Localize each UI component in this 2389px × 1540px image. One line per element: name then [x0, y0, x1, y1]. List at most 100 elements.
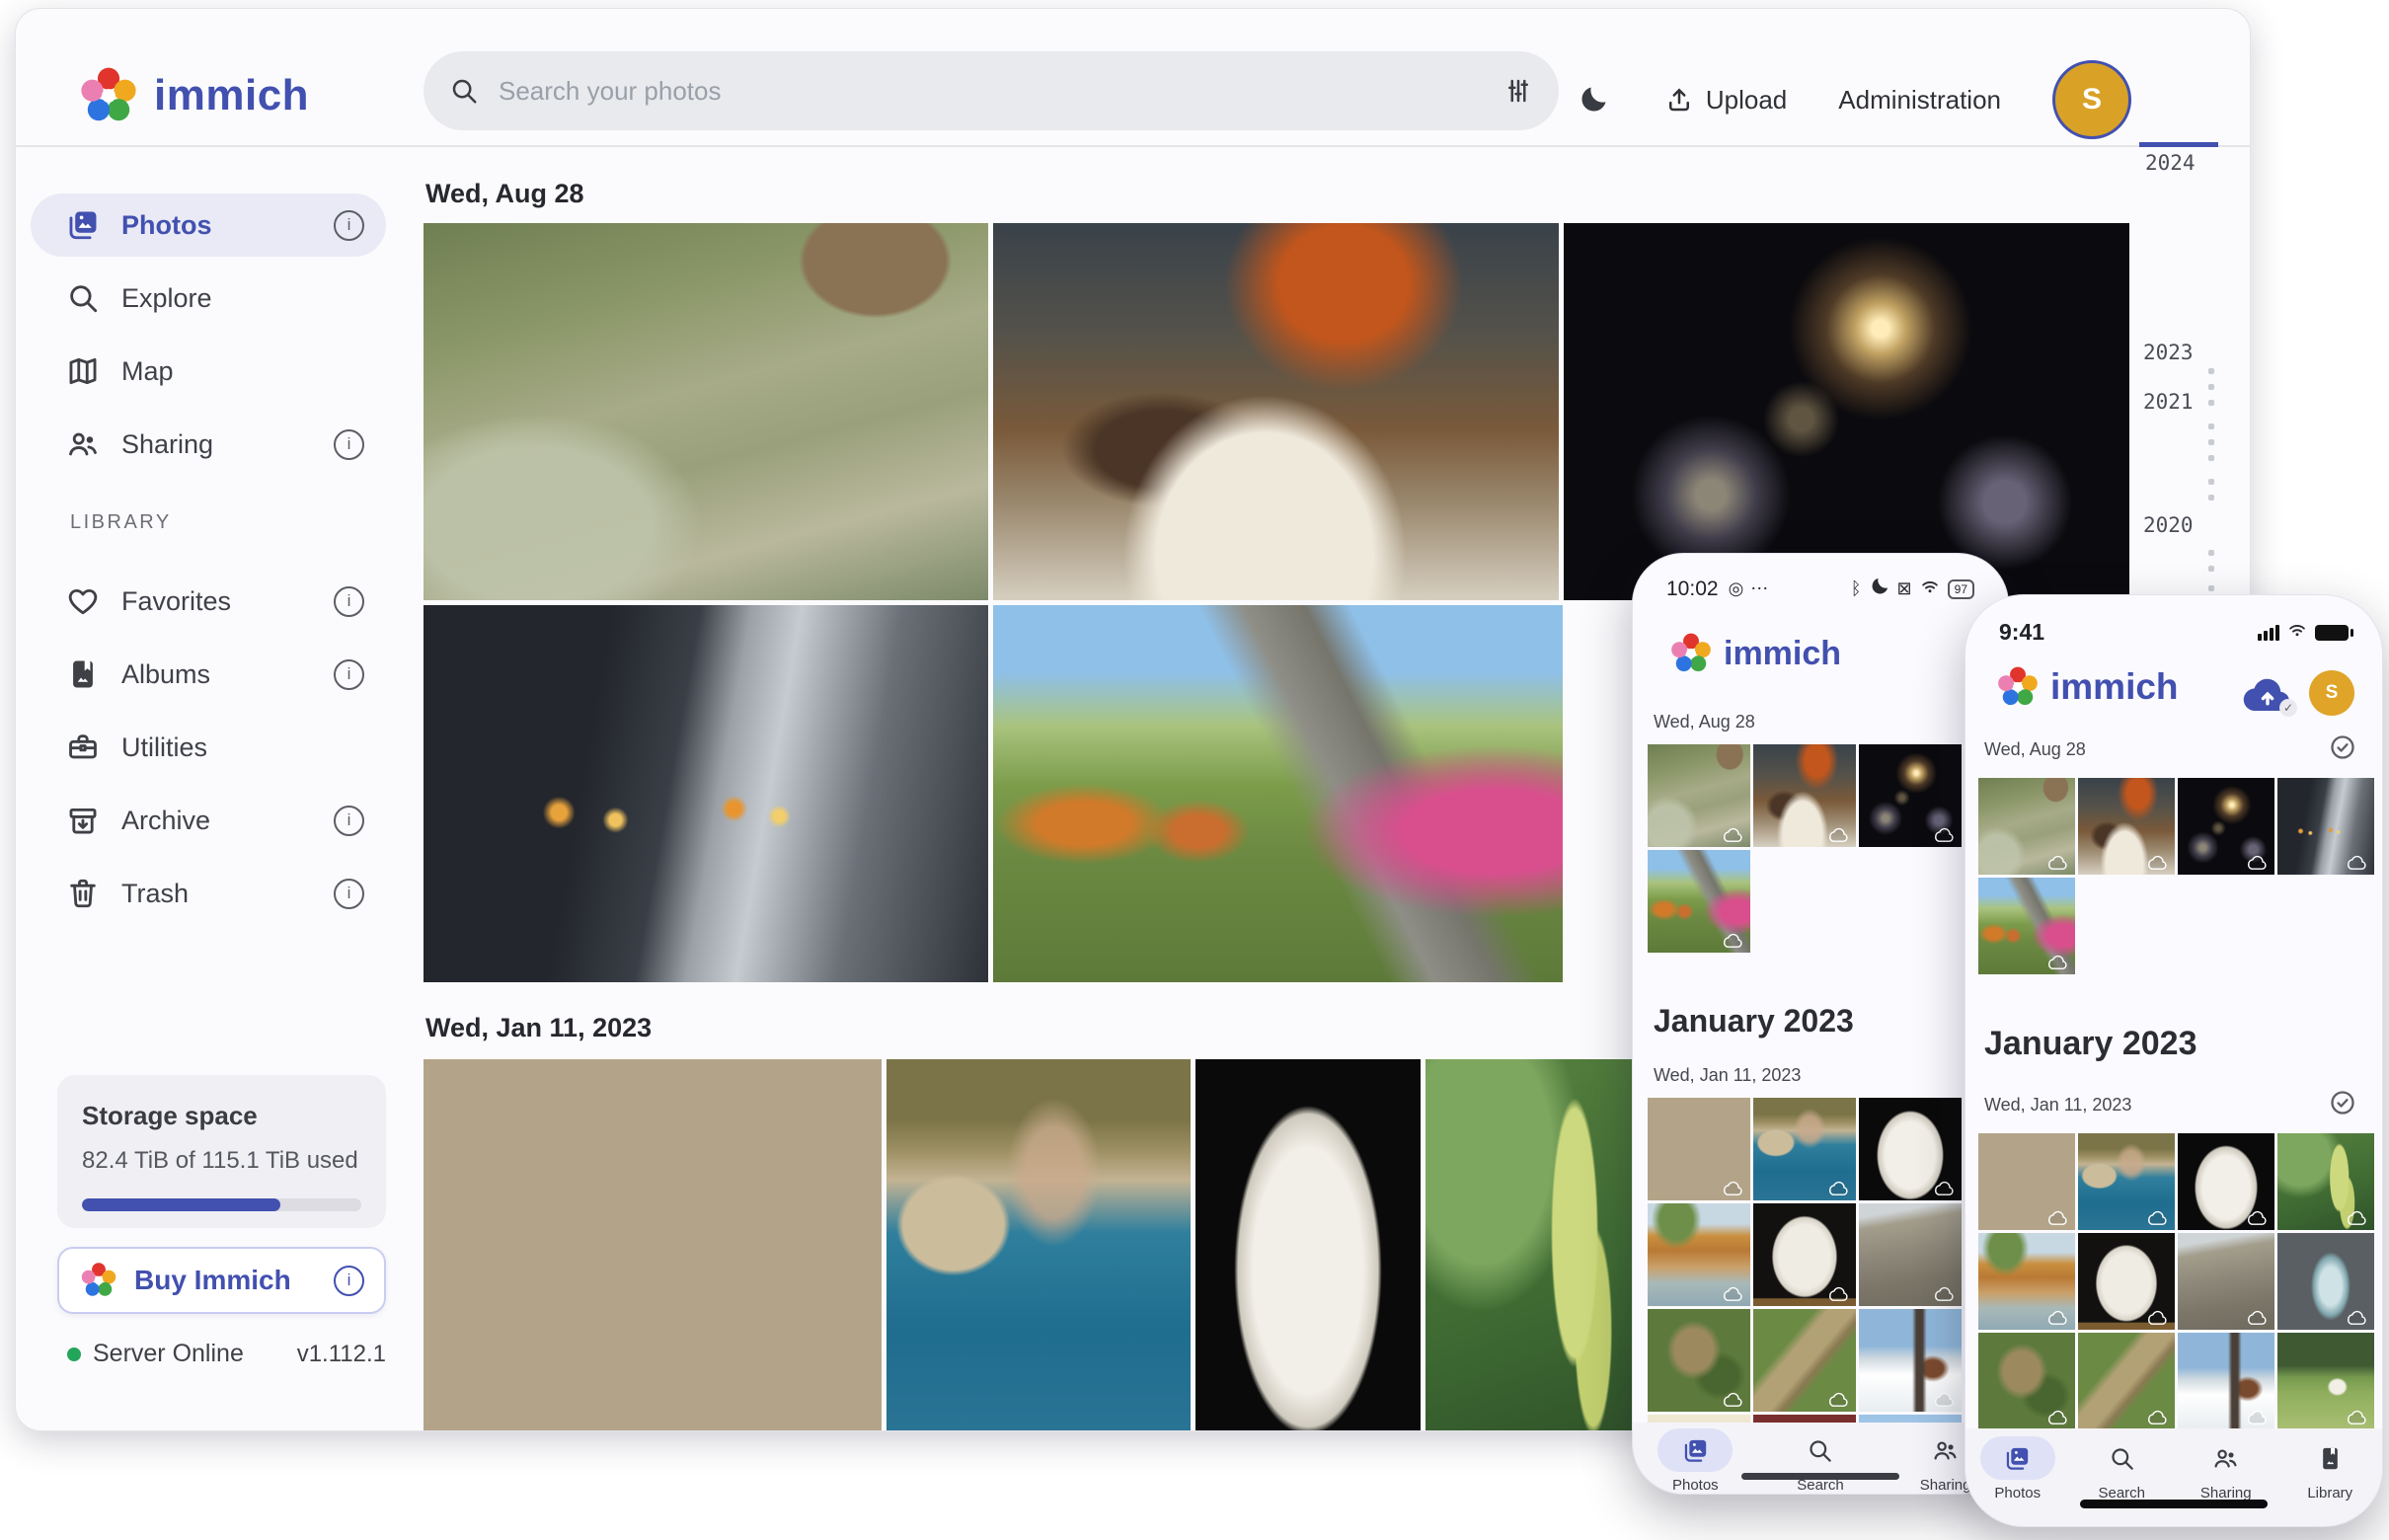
- search-bar[interactable]: [424, 51, 1559, 130]
- sidebar-item-utilities[interactable]: Utilities: [31, 716, 386, 779]
- tab-search[interactable]: Search: [2084, 1436, 2159, 1502]
- photo-autumn-path[interactable]: [1648, 850, 1750, 953]
- sidebar-item-archive[interactable]: Archivei: [31, 789, 386, 852]
- info-icon[interactable]: i: [334, 210, 364, 241]
- storage-usage-text: 82.4 TiB of 115.1 TiB used: [82, 1147, 361, 1175]
- tab-library[interactable]: Library: [2292, 1436, 2367, 1502]
- photo-sculpture-head[interactable]: [1195, 1059, 1421, 1431]
- administration-link[interactable]: Administration: [1838, 85, 2001, 116]
- photo-fireworks[interactable]: [1859, 744, 1962, 847]
- storage-space-card: Storage space 82.4 TiB of 115.1 TiB used: [57, 1075, 386, 1228]
- photo-marble-bust[interactable]: [2078, 1233, 2175, 1330]
- cloud-sync-icon: [2147, 1310, 2169, 1325]
- info-icon[interactable]: i: [334, 586, 364, 617]
- user-avatar[interactable]: S: [2052, 60, 2131, 139]
- albums-icon: [66, 657, 100, 691]
- photo-coastal-town[interactable]: [1753, 1098, 1856, 1200]
- timeline-year-2023[interactable]: 2023: [2143, 341, 2194, 364]
- cloud-sync-icon: [2047, 1310, 2069, 1325]
- search-icon: [2084, 1436, 2159, 1480]
- photo-lizard-grass[interactable]: [2078, 1333, 2175, 1429]
- info-icon[interactable]: i: [334, 879, 364, 909]
- timeline-tick-dot: [2208, 495, 2214, 500]
- info-icon[interactable]: i: [334, 1266, 364, 1296]
- home-indicator[interactable]: [1741, 1473, 1899, 1480]
- thumb-row: [1648, 1309, 2008, 1412]
- photo-monkeys-zoo[interactable]: [424, 223, 988, 600]
- timeline-position-marker[interactable]: [2139, 142, 2218, 147]
- photo-sea-grapes[interactable]: [2277, 1133, 2374, 1230]
- sharing-icon: [2189, 1436, 2264, 1480]
- photo-autumn-path[interactable]: [1978, 878, 2075, 974]
- timeline-tick-dot: [2208, 566, 2214, 572]
- select-all-check-icon[interactable]: [2329, 1089, 2356, 1121]
- photo-lizard-grass[interactable]: [1753, 1309, 1856, 1412]
- sidebar-item-photos[interactable]: Photosi: [31, 193, 386, 257]
- photo-castle-walls[interactable]: [1648, 1098, 1750, 1200]
- photo-dinner-table[interactable]: [2078, 778, 2175, 875]
- select-all-check-icon[interactable]: [2329, 733, 2356, 766]
- tab-photos[interactable]: Photos: [1980, 1436, 2055, 1502]
- photo-winter-church[interactable]: [2178, 1333, 2274, 1429]
- photo-fireworks[interactable]: [2178, 778, 2274, 875]
- photo-monkeys-zoo[interactable]: [1978, 778, 2075, 875]
- search-icon: [449, 76, 479, 106]
- theme-toggle-moon-icon[interactable]: [1574, 80, 1613, 119]
- sidebar-item-map[interactable]: Map: [31, 340, 386, 403]
- tab-search[interactable]: Search: [1783, 1428, 1858, 1494]
- photo-cliff-beach[interactable]: [1648, 1203, 1750, 1306]
- tab-photos[interactable]: Photos: [1657, 1428, 1733, 1494]
- photo-lizard-closeup[interactable]: [1978, 1333, 2075, 1429]
- tab-sharing[interactable]: Sharing: [2189, 1436, 2264, 1502]
- brand-wordmark: immich: [154, 71, 309, 120]
- home-indicator[interactable]: [2080, 1500, 2268, 1508]
- cloud-sync-icon: [1828, 1181, 1850, 1195]
- search-input[interactable]: [497, 75, 1486, 108]
- cloud-sync-icon: [2247, 1210, 2269, 1225]
- photo-dinner-table[interactable]: [1753, 744, 1856, 847]
- photo-winter-church[interactable]: [1859, 1309, 1962, 1412]
- tab-label: Photos: [1994, 1485, 2041, 1502]
- timeline-year-2021[interactable]: 2021: [2143, 390, 2194, 414]
- photo-autumn-path[interactable]: [993, 605, 1563, 982]
- photo-monkeys-zoo[interactable]: [1648, 744, 1750, 847]
- photo-lizard-closeup[interactable]: [1648, 1309, 1750, 1412]
- photo-sculpture-head[interactable]: [2178, 1133, 2274, 1230]
- info-icon[interactable]: i: [334, 659, 364, 690]
- photo-stone-ruins[interactable]: [1859, 1203, 1962, 1306]
- sidebar-item-explore[interactable]: Explore: [31, 267, 386, 330]
- sidebar-item-favorites[interactable]: Favoritesi: [31, 570, 386, 633]
- photo-marble-bust[interactable]: [1753, 1203, 1856, 1306]
- thumb-row: [1648, 1098, 2008, 1200]
- sidebar-item-trash[interactable]: Trashi: [31, 862, 386, 925]
- info-icon[interactable]: i: [334, 806, 364, 836]
- photo-castle-walls[interactable]: [424, 1059, 882, 1431]
- photo-sea-grapes[interactable]: [1426, 1059, 1658, 1431]
- timeline-current-year[interactable]: 2024: [2145, 151, 2196, 175]
- sidebar-item-sharing[interactable]: Sharingi: [31, 413, 386, 476]
- photo-holding-hands[interactable]: [424, 605, 988, 982]
- phone-date-row: Wed, Aug 28: [1654, 712, 1982, 732]
- photo-stone-ruins[interactable]: [2178, 1233, 2274, 1330]
- cloud-sync-icon: [1723, 1286, 1744, 1301]
- photo-cliff-beach[interactable]: [1978, 1233, 2075, 1330]
- photo-fireworks[interactable]: [1564, 223, 2129, 600]
- search-filters-icon[interactable]: [1503, 76, 1533, 106]
- timeline-year-2020[interactable]: 2020: [2143, 513, 2194, 537]
- photo-dinner-table[interactable]: [993, 223, 1559, 600]
- photo-sculpture-head[interactable]: [1859, 1098, 1962, 1200]
- cloud-sync-icon: [1934, 1181, 1956, 1195]
- photo-coastal-town[interactable]: [2078, 1133, 2175, 1230]
- photo-village-field[interactable]: [2277, 1333, 2374, 1429]
- photo-holding-hands[interactable]: [2277, 778, 2374, 875]
- page-canvas: immich Upload Administration S PhotosiEx…: [0, 0, 2389, 1540]
- photo-coastal-town[interactable]: [886, 1059, 1191, 1431]
- buy-immich-button[interactable]: Buy Immich i: [57, 1247, 386, 1314]
- photo-ornate-urn[interactable]: [2277, 1233, 2374, 1330]
- photo-castle-walls[interactable]: [1978, 1133, 2075, 1230]
- sidebar-item-albums[interactable]: Albumsi: [31, 643, 386, 706]
- sidebar-item-label: Archive: [121, 806, 334, 836]
- upload-button[interactable]: Upload: [1664, 85, 1787, 116]
- phone-body: Wed, Aug 28January 2023Wed, Jan 11, 2023: [1633, 554, 2008, 1494]
- info-icon[interactable]: i: [334, 429, 364, 460]
